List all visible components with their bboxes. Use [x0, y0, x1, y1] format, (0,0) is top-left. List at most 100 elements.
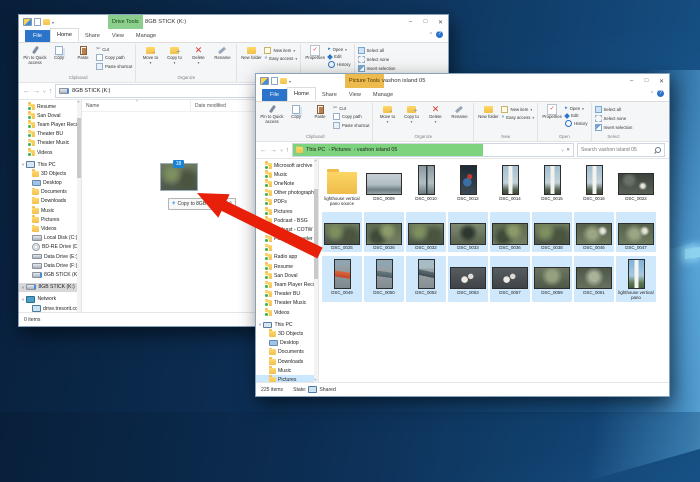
chevron-down-icon[interactable]: ▾ — [52, 20, 54, 25]
address-field[interactable]: This PCPicturesvashon island 05 > ✕ — [292, 143, 574, 157]
close-button[interactable]: ✕ — [654, 74, 669, 88]
sidebar-item[interactable]: 3D Objects — [19, 169, 81, 178]
recent-locations-icon[interactable]: > — [279, 149, 284, 152]
select-all-button[interactable]: Select all — [595, 106, 633, 113]
sidebar-item[interactable]: This PC — [19, 160, 81, 169]
file-tile[interactable]: DSC_0010 — [406, 162, 446, 208]
sidebar-item[interactable]: Podcast - BSG — [256, 216, 318, 225]
forward-arrow-icon[interactable]: → — [33, 88, 40, 95]
sidebar-item[interactable]: Microsoft archive — [256, 161, 318, 170]
sidebar-item[interactable]: Podcast-Traveler — [256, 235, 318, 244]
select-all-button[interactable]: Select all — [358, 47, 396, 54]
column-name[interactable]: ˄Name — [82, 100, 191, 111]
titlebar[interactable]: ▾ Drive Tools 8GB STICK (K:) – □ ✕ — [19, 15, 448, 29]
paste-shortcut-button[interactable]: Paste shortcut — [96, 63, 132, 70]
copy-button[interactable]: Copy — [47, 44, 71, 61]
properties-button[interactable]: ✓Properties — [303, 44, 327, 61]
minimize-button[interactable]: – — [403, 15, 418, 29]
drive-tools-tab[interactable]: Drive Tools — [108, 15, 143, 29]
tab-manage[interactable]: Manage — [130, 30, 162, 42]
sidebar-item[interactable]: San Doval — [256, 271, 318, 280]
sidebar-item[interactable]: Videos — [19, 148, 81, 157]
file-tile[interactable]: DSC_0025 — [322, 212, 362, 252]
sidebar-item[interactable]: OneNote — [256, 179, 318, 188]
tab-view[interactable]: View — [343, 89, 367, 101]
scroll-down-icon[interactable]: ˅ — [313, 378, 318, 382]
file-tile[interactable]: DSC_0047 — [616, 212, 656, 252]
file-tile[interactable]: DSC_0046 — [574, 212, 614, 252]
file-tile[interactable]: DSC_0033 — [448, 212, 488, 252]
sidebar-item[interactable]: Music — [256, 366, 318, 375]
cut-button[interactable]: ✂Cut — [333, 106, 369, 111]
properties-button[interactable]: ✓Properties — [540, 103, 564, 120]
sidebar-item[interactable]: 3D Objects — [256, 329, 318, 338]
file-tile[interactable]: DSC_0009 — [364, 162, 404, 208]
tab-file[interactable]: File — [25, 30, 50, 42]
easy-access-button[interactable]: »Easy access▾ — [264, 56, 297, 61]
file-tile[interactable]: lighthouse vertical pano — [616, 256, 656, 302]
select-none-button[interactable]: Select none — [595, 115, 633, 122]
sidebar-item[interactable]: PDFs — [256, 198, 318, 207]
close-button[interactable]: ✕ — [433, 15, 448, 29]
sidebar-item[interactable]: Local Disk (C:) — [19, 234, 81, 243]
file-tile[interactable]: DSC_0061 — [574, 256, 614, 302]
sidebar-item[interactable]: This PC — [256, 320, 318, 329]
sidebar-item[interactable]: Team Player Reco — [19, 120, 81, 129]
history-button[interactable]: History — [328, 61, 350, 68]
file-tile[interactable]: DSC_0038 — [532, 212, 572, 252]
file-tile[interactable]: DSC_0016 — [574, 162, 614, 208]
file-tile[interactable]: DSC_0052 — [406, 256, 446, 302]
copy-to-button[interactable]: Copy to▾ — [399, 103, 423, 124]
sidebar-item[interactable]: Resume — [19, 102, 81, 111]
sidebar-item[interactable]: Radio app — [256, 253, 318, 262]
cut-button[interactable]: ✂Cut — [96, 47, 132, 52]
move-to-button[interactable]: Move to▾ — [138, 44, 162, 65]
invert-selection-button[interactable]: Invert selection — [358, 65, 396, 72]
ribbon-collapse-icon[interactable]: ⌃ — [429, 32, 433, 38]
sidebar-item[interactable]: Data Drive (F:) — [19, 261, 81, 270]
copy-to-button[interactable]: Copy to▾ — [162, 44, 186, 65]
sidebar-item[interactable]: Desktop — [256, 339, 318, 348]
refresh-dropdown-icon[interactable]: > — [559, 149, 564, 152]
quick-access-toolbar[interactable]: ▾ — [260, 74, 291, 88]
sidebar-item[interactable]: Podcast - COTW — [256, 225, 318, 234]
tab-manage[interactable]: Manage — [367, 89, 399, 101]
move-to-button[interactable]: Move to▾ — [375, 103, 399, 124]
sidebar-item[interactable]: Videos — [256, 308, 318, 317]
quick-access-toolbar[interactable]: ▾ — [23, 15, 54, 29]
tab-share[interactable]: Share — [79, 30, 106, 42]
sidebar-item[interactable]: Theater BU — [256, 290, 318, 299]
file-tile[interactable]: DSC_0036 — [490, 212, 530, 252]
ribbon-collapse-icon[interactable]: ⌃ — [650, 91, 654, 97]
scroll-up-icon[interactable]: ˄ — [313, 159, 318, 163]
invert-selection-button[interactable]: Invert selection — [595, 124, 633, 131]
file-tile[interactable]: DSC_0057 — [490, 256, 530, 302]
history-button[interactable]: History — [565, 120, 587, 127]
sidebar-item[interactable]: BD-RE Drive (D:) — [19, 243, 81, 252]
paste-shortcut-button[interactable]: Paste shortcut — [333, 122, 369, 129]
new-folder-button[interactable]: New folder — [239, 44, 263, 61]
copy-path-button[interactable]: Copy path — [96, 54, 132, 61]
chevron-down-icon[interactable]: ▾ — [289, 79, 291, 84]
copy-path-button[interactable]: Copy path — [333, 113, 369, 120]
file-tile[interactable]: DSC_0026 — [364, 212, 404, 252]
sidebar-item[interactable]: Pictures — [256, 207, 318, 216]
maximize-button[interactable]: □ — [639, 74, 654, 88]
file-tile[interactable]: DSC_0015 — [532, 162, 572, 208]
breadcrumb-item[interactable]: Pictures — [328, 147, 351, 153]
sidebar-item[interactable]: Documents — [256, 348, 318, 357]
sidebar-item[interactable]: Downloads — [256, 357, 318, 366]
column-date-modified[interactable]: Date modified — [191, 100, 258, 111]
stop-icon[interactable]: ✕ — [566, 147, 570, 153]
open-button[interactable]: ▸Open▾ — [328, 47, 350, 52]
address-text[interactable]: 8GB STICK (K:) — [72, 88, 110, 94]
file-tile[interactable]: DSC_0053 — [448, 256, 488, 302]
titlebar[interactable]: ▾ Picture Tools vashon island 05 – □ ✕ — [256, 74, 669, 88]
sidebar-item[interactable]: Network — [19, 295, 81, 304]
picture-tools-tab[interactable]: Picture Tools — [345, 74, 384, 88]
search-input[interactable]: Search vashon island 05 — [577, 143, 665, 157]
pin-to-quick-access-button[interactable]: Pin to Quick access — [23, 44, 47, 66]
sidebar-item[interactable]: Videos — [19, 224, 81, 233]
help-icon[interactable]: ? — [657, 90, 664, 97]
tab-share[interactable]: Share — [316, 89, 343, 101]
